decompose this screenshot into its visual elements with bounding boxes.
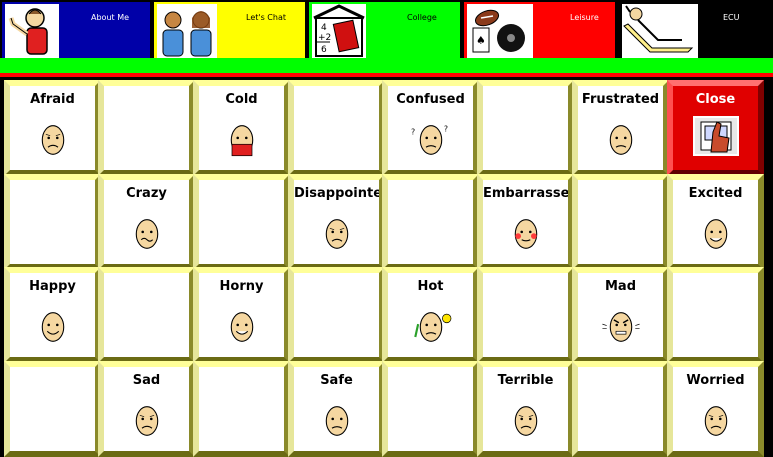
tab-ecu-label: ECU — [723, 13, 740, 22]
cell-label: Confused — [396, 92, 465, 107]
tab-college[interactable]: 4 +2 6 College — [307, 0, 462, 58]
feeling-button-embarrassed[interactable]: Embarrassed — [477, 174, 574, 270]
spade-glyph: ♠ — [476, 34, 486, 47]
feeling-button-safe[interactable]: Safe — [288, 361, 385, 457]
empty-cell[interactable] — [477, 80, 574, 176]
feeling-button-mad[interactable]: Mad — [572, 267, 669, 363]
feeling-button-excited[interactable]: Excited — [667, 174, 764, 270]
person-pointing-icon — [5, 4, 59, 58]
terrible-face-icon — [506, 397, 546, 445]
tab-college-label: College — [407, 13, 437, 22]
sad-face-icon — [127, 397, 167, 445]
svg-text:?: ? — [443, 124, 447, 133]
worried-face-icon — [696, 397, 736, 445]
cell-label: Crazy — [126, 186, 167, 201]
tab-about-me[interactable]: About Me — [0, 0, 152, 58]
cold-person-icon — [222, 116, 262, 164]
mad-face-icon — [601, 303, 641, 351]
tab-lets-chat-label: Let's Chat — [246, 13, 286, 22]
feeling-button-frustrated[interactable]: Frustrated — [572, 80, 669, 176]
empty-cell[interactable] — [382, 174, 479, 270]
math-line-1: 4 — [321, 23, 327, 33]
empty-cell[interactable] — [193, 361, 290, 457]
safe-face-icon — [317, 397, 357, 445]
feelings-grid: Afraid Cold Confused?? Frustrated Close Crazy… — [0, 77, 773, 457]
empty-cell[interactable] — [288, 267, 385, 363]
empty-cell[interactable] — [4, 174, 101, 270]
tab-about-me-label: About Me — [91, 13, 130, 22]
cell-label: Worried — [686, 373, 745, 388]
active-category-strip — [0, 58, 773, 73]
close-hand-icon — [692, 116, 739, 156]
cell-label: Disappointed — [294, 186, 379, 201]
crazy-face-icon — [127, 210, 167, 258]
disappointed-face-icon — [317, 210, 357, 258]
feeling-button-confused[interactable]: Confused?? — [382, 80, 479, 176]
feeling-button-cold[interactable]: Cold — [193, 80, 290, 176]
feeling-button-sad[interactable]: Sad — [98, 361, 195, 457]
frustrated-face-icon — [601, 116, 641, 164]
tab-ecu[interactable]: ECU — [617, 0, 773, 58]
empty-cell[interactable] — [572, 174, 669, 270]
feeling-button-happy[interactable]: Happy — [4, 267, 101, 363]
hot-face-icon — [411, 303, 451, 351]
cell-label: Hot — [417, 279, 444, 294]
cell-label: Frustrated — [581, 92, 660, 107]
feeling-button-disappointed[interactable]: Disappointed — [288, 174, 385, 270]
empty-cell[interactable] — [572, 361, 669, 457]
excited-face-icon — [696, 210, 736, 258]
math-line-3: 6 — [321, 45, 327, 55]
feeling-button-hot[interactable]: Hot — [382, 267, 479, 363]
leisure-sports-icon: ♠ — [467, 4, 533, 58]
horny-face-icon — [222, 303, 262, 351]
two-people-talking-icon — [157, 4, 217, 58]
feeling-button-worried[interactable]: Worried — [667, 361, 764, 457]
cell-label: Horny — [219, 279, 264, 294]
empty-cell[interactable] — [288, 80, 385, 176]
empty-cell[interactable] — [382, 361, 479, 457]
tab-leisure-label: Leisure — [570, 13, 599, 22]
cell-label: Close — [695, 92, 736, 107]
empty-cell[interactable] — [98, 267, 195, 363]
empty-cell[interactable] — [98, 80, 195, 176]
cell-label: Safe — [320, 373, 353, 388]
empty-cell[interactable] — [477, 267, 574, 363]
category-tab-bar: About Me Let's Chat 4 +2 6 College ♠ Lei… — [0, 0, 773, 58]
cell-label: Embarrassed — [483, 186, 568, 201]
feeling-button-terrible[interactable]: Terrible — [477, 361, 574, 457]
close-button[interactable]: Close — [667, 80, 764, 176]
cell-label: Excited — [688, 186, 743, 201]
tab-lets-chat[interactable]: Let's Chat — [152, 0, 307, 58]
afraid-face-icon — [33, 116, 73, 164]
embarrassed-face-icon — [506, 210, 546, 258]
feeling-button-crazy[interactable]: Crazy — [98, 174, 195, 270]
cell-label: Cold — [225, 92, 258, 107]
cell-label: Happy — [29, 279, 76, 294]
happy-face-icon — [33, 303, 73, 351]
empty-cell[interactable] — [4, 361, 101, 457]
tab-leisure[interactable]: ♠ Leisure — [462, 0, 617, 58]
empty-cell[interactable] — [667, 267, 764, 363]
feeling-button-afraid[interactable]: Afraid — [4, 80, 101, 176]
cell-label: Sad — [132, 373, 161, 388]
cell-label: Mad — [604, 279, 636, 294]
feeling-button-horny[interactable]: Horny — [193, 267, 290, 363]
cell-label: Afraid — [30, 92, 75, 107]
reclining-chair-icon — [622, 4, 698, 58]
confused-face-icon: ?? — [411, 116, 451, 164]
cell-label: Terrible — [497, 373, 554, 388]
svg-text:?: ? — [411, 127, 415, 136]
empty-cell[interactable] — [193, 174, 290, 270]
school-math-book-icon: 4 +2 6 — [312, 4, 366, 58]
